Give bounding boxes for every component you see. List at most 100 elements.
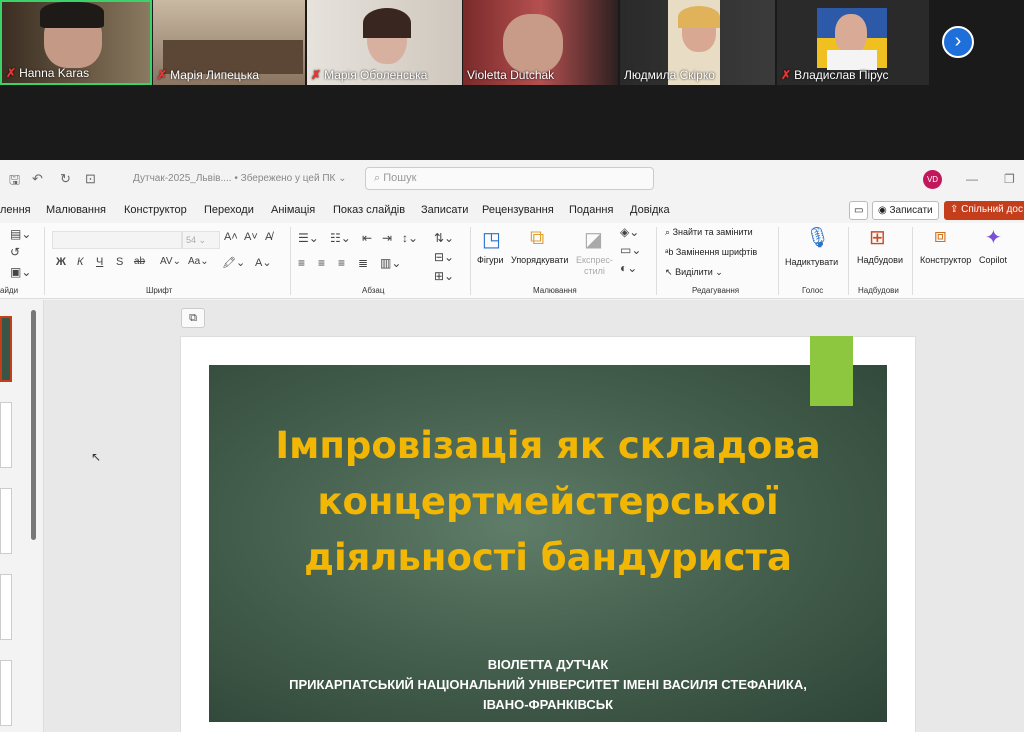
- fill-icon[interactable]: ◈⌄: [620, 225, 639, 239]
- record-button[interactable]: ◉ Записати: [872, 201, 939, 220]
- document-title[interactable]: Дутчак-2025_Львів.... • Збережено у цей …: [133, 173, 347, 184]
- share-button[interactable]: ⇪ Спільний дос: [944, 201, 1024, 220]
- redo-icon[interactable]: ↻: [60, 171, 71, 187]
- change-case-icon[interactable]: Aa⌄: [188, 256, 209, 267]
- line-spacing-icon[interactable]: ↕⌄: [402, 231, 418, 245]
- tab-view[interactable]: Подання: [569, 204, 613, 216]
- save-icon[interactable]: 🖫: [9, 171, 20, 193]
- columns-icon[interactable]: ▥⌄: [380, 256, 401, 270]
- addins-button[interactable]: Надбудови: [857, 255, 903, 265]
- tab-slideshow[interactable]: Показ слайдів: [333, 204, 405, 216]
- effects-icon[interactable]: ◐⌄: [620, 261, 637, 275]
- shapes-icon[interactable]: ◳: [482, 227, 501, 252]
- tab-record[interactable]: Записати: [421, 204, 468, 216]
- slide-subtitle[interactable]: ВІОЛЕТТА ДУТЧАК ПРИКАРПАТСЬКИЙ НАЦІОНАЛЬ…: [209, 655, 887, 715]
- participant-name: ✗ Марія Липецька: [157, 68, 260, 82]
- quick-styles-icon[interactable]: ◪: [584, 227, 603, 252]
- participant-tile[interactable]: ✗ Hanna Karas: [0, 0, 152, 85]
- tab-draw[interactable]: Малювання: [46, 204, 106, 216]
- decrease-indent-icon[interactable]: ⇤: [362, 231, 372, 245]
- addins-icon[interactable]: ⊞: [869, 225, 886, 250]
- share-icon: ⇪: [950, 204, 959, 215]
- layout-icon[interactable]: ▤⌄: [10, 227, 31, 241]
- select-button[interactable]: ↖ Виділити ⌄: [665, 267, 723, 278]
- tab-insert[interactable]: лення: [0, 204, 31, 216]
- designer-icon[interactable]: ⧈: [934, 225, 947, 248]
- avatar[interactable]: VD: [923, 170, 942, 189]
- divider: [290, 227, 291, 295]
- slide-thumbnail[interactable]: [0, 402, 12, 468]
- font-family-select[interactable]: [52, 231, 182, 249]
- minimize-icon[interactable]: —: [966, 172, 978, 186]
- copilot-icon[interactable]: ✦: [985, 225, 1002, 250]
- tab-review[interactable]: Рецензування: [482, 204, 554, 216]
- tab-design[interactable]: Конструктор: [124, 204, 187, 216]
- replace-fonts-button[interactable]: ᵃb Замінення шрифтів: [665, 247, 757, 257]
- accent-shape[interactable]: [810, 336, 853, 406]
- decrease-font-icon[interactable]: A˅: [244, 231, 258, 243]
- numbering-icon[interactable]: ☷⌄: [330, 231, 351, 245]
- align-text-icon[interactable]: ⊟⌄: [434, 250, 454, 264]
- copilot-button[interactable]: Copilot: [979, 255, 1007, 265]
- undo-icon[interactable]: ↶: [32, 171, 43, 187]
- arrange-button[interactable]: Упорядкувати: [511, 255, 568, 265]
- reset-icon[interactable]: ↺: [10, 245, 20, 259]
- font-color-icon[interactable]: A⌄: [255, 256, 272, 269]
- highlight-icon[interactable]: 🖍⌄: [222, 256, 245, 269]
- slide-title-line: діяльності бандуриста: [304, 536, 792, 579]
- participant-tile[interactable]: Violetta Dutchak: [463, 0, 618, 85]
- participant-tile[interactable]: ✗ Марія Оболенська: [307, 0, 462, 85]
- slide-thumbnail[interactable]: [0, 316, 12, 382]
- designer-button[interactable]: Конструктор: [920, 255, 971, 265]
- next-participants-button[interactable]: ›: [942, 26, 974, 58]
- bold-icon[interactable]: Ж: [56, 256, 66, 268]
- bullets-icon[interactable]: ☰⌄: [298, 231, 319, 245]
- slide-thumbnail[interactable]: [0, 660, 12, 726]
- copy-icon[interactable]: ⧉: [181, 308, 205, 328]
- quick-styles-button[interactable]: Експрес- стилі: [576, 255, 613, 277]
- outline-icon[interactable]: ▭⌄: [620, 243, 641, 257]
- scrollbar[interactable]: [31, 310, 36, 540]
- increase-indent-icon[interactable]: ⇥: [382, 231, 392, 245]
- tab-animations[interactable]: Анімація: [271, 204, 315, 216]
- divider: [778, 227, 779, 295]
- search-input[interactable]: ⌕ Пошук: [365, 167, 654, 190]
- underline-icon[interactable]: Ч: [96, 256, 103, 268]
- font-size-select[interactable]: 54 ⌄: [182, 231, 220, 249]
- participant-tile[interactable]: ✗ Марія Липецька: [153, 0, 305, 85]
- participant-tile[interactable]: Людмила Скірко: [620, 0, 775, 85]
- slide-thumbnails-pane: [0, 300, 44, 732]
- present-icon[interactable]: ⊡: [85, 171, 96, 187]
- comments-button[interactable]: ▭: [849, 201, 869, 220]
- shapes-button[interactable]: Фігури: [477, 255, 504, 265]
- justify-icon[interactable]: ≣: [358, 256, 368, 270]
- group-label-paragraph: Абзац: [362, 286, 385, 295]
- participant-tile[interactable]: ✗ Владислав Пірус: [777, 0, 929, 85]
- align-left-icon[interactable]: ≡: [298, 256, 305, 270]
- participant-video: [503, 14, 563, 74]
- city-name: ІВАНО-ФРАНКІВСЬК: [482, 697, 614, 712]
- slide-thumbnail[interactable]: [0, 488, 12, 554]
- slide-title[interactable]: Імпровізація як складова концертмейстерс…: [209, 418, 887, 586]
- ribbon: ▤⌄ ↺ ▣⌄ айди 54 ⌄ A˄ A˅ A̸ Ж К Ч S ab AV…: [0, 223, 1024, 299]
- shadow-icon[interactable]: S: [116, 256, 123, 268]
- text-direction-icon[interactable]: ⇅⌄: [434, 231, 454, 245]
- increase-font-icon[interactable]: A˄: [224, 231, 238, 243]
- smartart-icon[interactable]: ⊞⌄: [434, 269, 454, 283]
- author-name: ВІОЛЕТТА ДУТЧАК: [487, 657, 609, 672]
- restore-icon[interactable]: ❐: [1004, 172, 1015, 186]
- clear-format-icon[interactable]: A̸: [265, 231, 272, 243]
- section-icon[interactable]: ▣⌄: [10, 265, 31, 279]
- align-center-icon[interactable]: ≡: [318, 256, 325, 270]
- slide-thumbnail[interactable]: [0, 574, 12, 640]
- find-replace-button[interactable]: ⌕ Знайти та замінити: [665, 227, 753, 238]
- tab-transitions[interactable]: Переходи: [204, 204, 254, 216]
- tab-help[interactable]: Довідка: [630, 204, 670, 216]
- italic-icon[interactable]: К: [77, 256, 83, 268]
- dictate-button[interactable]: Надиктувати: [785, 257, 838, 267]
- strikethrough-icon[interactable]: ab: [134, 256, 145, 267]
- align-right-icon[interactable]: ≡: [338, 256, 345, 270]
- spacing-icon[interactable]: AV⌄: [160, 256, 181, 267]
- microphone-icon[interactable]: 🎙: [805, 225, 830, 250]
- arrange-icon[interactable]: ⧉: [530, 227, 544, 250]
